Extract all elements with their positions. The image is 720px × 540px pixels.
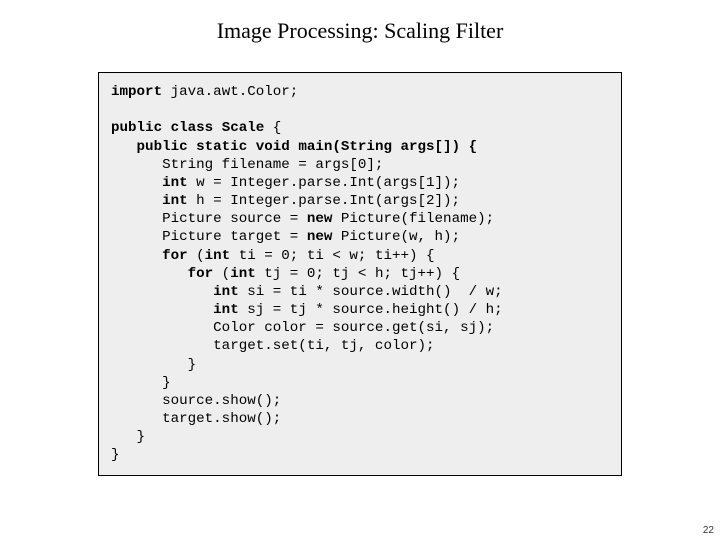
kw-import: import [111, 84, 162, 100]
kw-for: for [111, 248, 188, 264]
kw-public-static-void: public static void [111, 139, 298, 155]
page-number: 22 [703, 525, 714, 536]
kw-for: for [111, 266, 213, 282]
code-text: java.awt.Color; [162, 84, 298, 100]
code-text: sj = tj * source.height() / h; [239, 302, 503, 318]
code-text: si = ti * source.width() / w; [239, 284, 503, 300]
method-main: main [298, 139, 332, 155]
code-block: import java.awt.Color; public class Scal… [98, 72, 622, 476]
kw-public-class: public class [111, 120, 222, 136]
code-line: Color color = source.get(si, sj); [111, 320, 494, 336]
code-line: target.show(); [111, 411, 281, 427]
kw-int: int [111, 193, 188, 209]
code-text: (String args[]) { [332, 139, 477, 155]
code-text: ( [188, 248, 205, 264]
class-name: Scale [222, 120, 265, 136]
code-text: Picture(w, h); [332, 229, 460, 245]
kw-new: new [307, 211, 333, 227]
slide-title: Image Processing: Scaling Filter [0, 0, 720, 54]
code-text: ti = 0; ti < w; ti++) { [230, 248, 434, 264]
code-text: h = Integer.parse.Int(args[2]); [188, 193, 460, 209]
code-text: w = Integer.parse.Int(args[1]); [188, 175, 460, 191]
code-line: String filename = args[0]; [111, 157, 383, 173]
code-text: Picture(filename); [332, 211, 494, 227]
kw-int: int [230, 266, 256, 282]
kw-int: int [205, 248, 231, 264]
code-line: } [111, 375, 171, 391]
code-text: tj = 0; tj < h; tj++) { [256, 266, 460, 282]
code-text: { [264, 120, 281, 136]
code-text: Picture target = [111, 229, 307, 245]
code-line: } [111, 357, 196, 373]
slide: Image Processing: Scaling Filter import … [0, 0, 720, 540]
kw-new: new [307, 229, 333, 245]
kw-int: int [111, 175, 188, 191]
kw-int: int [111, 284, 239, 300]
code-line: source.show(); [111, 393, 281, 409]
code-text: Picture source = [111, 211, 307, 227]
code-line: } [111, 429, 145, 445]
code-line: target.set(ti, tj, color); [111, 338, 435, 354]
code-line: } [111, 447, 120, 463]
kw-int: int [111, 302, 239, 318]
code-text: ( [213, 266, 230, 282]
